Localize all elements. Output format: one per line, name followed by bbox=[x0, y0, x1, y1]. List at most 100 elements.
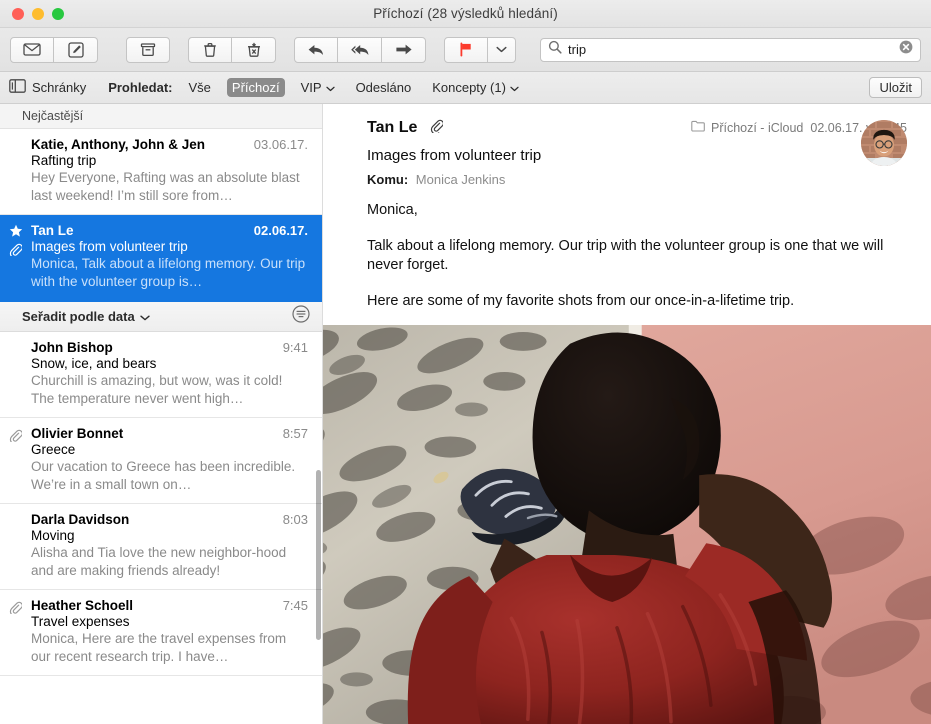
message-date: 8:57 bbox=[282, 426, 308, 441]
scope-label: Koncepty (1) bbox=[432, 80, 506, 95]
folder-icon bbox=[691, 119, 705, 137]
paperclip-icon bbox=[9, 242, 23, 261]
search-input[interactable]: trip bbox=[568, 42, 899, 57]
message-list-scroll-area[interactable]: John Bishop 9:41 Snow, ice, and bears Ch… bbox=[0, 332, 322, 724]
message-sender-name: Tan Le bbox=[367, 119, 418, 136]
message-preview: Hey Everyone, Rafting was an absolute bl… bbox=[31, 170, 300, 203]
chevron-down-icon bbox=[140, 309, 150, 324]
message-row-john-bishop[interactable]: John Bishop 9:41 Snow, ice, and bears Ch… bbox=[0, 332, 322, 418]
body-paragraph: Here are some of my favorite shots from … bbox=[367, 293, 795, 309]
sort-by-button[interactable]: Seřadit podle data bbox=[22, 309, 150, 324]
reply-button[interactable] bbox=[294, 36, 338, 63]
reply-group bbox=[294, 36, 426, 63]
reading-pane: Tan Le Příchozí - iCloud 02.06.17. v 15:… bbox=[323, 104, 931, 724]
to-label: Komu: bbox=[367, 172, 409, 187]
junk-button[interactable] bbox=[232, 36, 276, 63]
message-sender: John Bishop bbox=[31, 340, 113, 355]
message-date: 02.06.17. bbox=[253, 223, 308, 238]
clear-search-icon[interactable] bbox=[899, 40, 913, 59]
message-subject: Rafting trip bbox=[31, 153, 97, 168]
message-subject: Moving bbox=[31, 528, 75, 543]
message-row-heather-schoell[interactable]: Heather Schoell 7:45 Travel expenses Mon… bbox=[0, 590, 322, 676]
message-date: 9:41 bbox=[282, 340, 308, 355]
mailboxes-toggle-button[interactable]: Schránky bbox=[9, 79, 86, 96]
sidebar-panel-icon bbox=[9, 79, 26, 96]
scope-odeslano[interactable]: Odesláno bbox=[351, 78, 417, 97]
message-row-katie[interactable]: Katie, Anthony, John & Jen 03.06.17. Raf… bbox=[0, 129, 322, 215]
flag-icon bbox=[458, 42, 474, 57]
message-preview: Alisha and Tia love the new neighbor-hoo… bbox=[31, 545, 287, 578]
message-preview: Monica, Talk about a lifelong memory. Ou… bbox=[31, 256, 306, 289]
minimize-button[interactable] bbox=[32, 7, 44, 20]
archive-group bbox=[126, 36, 170, 63]
flag-button[interactable] bbox=[444, 36, 488, 63]
message-mailbox: Příchozí - iCloud bbox=[710, 121, 804, 135]
trash-icon bbox=[203, 42, 217, 58]
message-subject: Greece bbox=[31, 442, 76, 457]
scope-label: Odesláno bbox=[355, 80, 412, 95]
zoom-button[interactable] bbox=[52, 7, 64, 20]
window-title: Příchozí (28 výsledků hledání) bbox=[373, 6, 558, 21]
flag-group bbox=[444, 36, 516, 63]
reply-all-button[interactable] bbox=[338, 36, 382, 63]
avatar[interactable] bbox=[861, 120, 907, 166]
message-date: 03.06.17. bbox=[253, 137, 308, 152]
scope-vse[interactable]: Vše bbox=[184, 78, 216, 97]
flag-menu-button[interactable] bbox=[488, 36, 516, 63]
scope-prichozi[interactable]: Příchozí bbox=[226, 78, 285, 97]
attachment-photo[interactable] bbox=[323, 325, 931, 724]
title-bar: Příchozí (28 výsledků hledání) bbox=[0, 0, 931, 28]
paperclip-icon[interactable] bbox=[430, 118, 445, 138]
flagged-star-icon bbox=[9, 224, 23, 243]
archive-button[interactable] bbox=[126, 36, 170, 63]
to-value[interactable]: Monica Jenkins bbox=[416, 172, 506, 187]
message-sender: Katie, Anthony, John & Jen bbox=[31, 137, 206, 152]
message-sender: Darla Davidson bbox=[31, 512, 130, 527]
message-recipients: Komu: Monica Jenkins bbox=[367, 172, 913, 187]
message-list-scrollbar[interactable] bbox=[316, 470, 321, 640]
message-date: 7:45 bbox=[282, 598, 308, 613]
message-row-darla-davidson[interactable]: Darla Davidson 8:03 Moving Alisha and Ti… bbox=[0, 504, 322, 590]
close-button[interactable] bbox=[12, 7, 24, 20]
delete-button[interactable] bbox=[188, 36, 232, 63]
reply-arrow-icon bbox=[307, 43, 325, 57]
message-sender: Heather Schoell bbox=[31, 598, 134, 613]
compose-icon bbox=[67, 41, 84, 58]
archive-box-icon bbox=[140, 42, 156, 58]
toolbar: trip bbox=[0, 28, 931, 72]
forward-button[interactable] bbox=[382, 36, 426, 63]
scope-koncepty[interactable]: Koncepty (1) bbox=[427, 78, 524, 97]
filter-icon[interactable] bbox=[292, 305, 310, 328]
search-scope-label: Prohledat: bbox=[108, 80, 173, 95]
chevron-down-icon bbox=[510, 80, 519, 95]
window-body: Nejčastější Katie, Anthony, John & Jen 0… bbox=[0, 104, 931, 724]
message-row-tan-le[interactable]: Tan Le 02.06.17. Images from volunteer t… bbox=[0, 215, 322, 301]
chevron-down-icon bbox=[496, 46, 507, 53]
compose-button[interactable] bbox=[54, 36, 98, 63]
delete-group bbox=[188, 36, 276, 63]
message-preview: Churchill is amazing, but wow, was it co… bbox=[31, 373, 283, 406]
mailboxes-label: Schránky bbox=[32, 80, 87, 95]
mail-window: Příchozí (28 výsledků hledání) trip Schr… bbox=[0, 0, 931, 724]
body-paragraph: Talk about a lifelong memory. Our trip w… bbox=[367, 238, 884, 273]
scope-vip[interactable]: VIP bbox=[296, 78, 340, 97]
message-preview: Monica, Here are the travel expenses fro… bbox=[31, 631, 287, 664]
message-list: Nejčastější Katie, Anthony, John & Jen 0… bbox=[0, 104, 323, 724]
save-search-button[interactable]: Uložit bbox=[869, 77, 922, 98]
message-subject: Images from volunteer trip bbox=[367, 147, 542, 164]
message-subject: Images from volunteer trip bbox=[31, 239, 188, 254]
mail-actions-group bbox=[10, 36, 98, 63]
get-mail-button[interactable] bbox=[10, 36, 54, 63]
message-body: Monica, Talk about a lifelong memory. Ou… bbox=[323, 197, 931, 325]
junk-trash-icon bbox=[246, 42, 262, 58]
scope-label: VIP bbox=[300, 80, 322, 95]
body-paragraph: Monica, bbox=[367, 202, 418, 218]
chevron-down-icon bbox=[325, 80, 335, 95]
reply-all-arrow-icon bbox=[350, 43, 370, 57]
message-date: 8:03 bbox=[282, 512, 308, 527]
message-row-olivier-bonnet[interactable]: Olivier Bonnet 8:57 Greece Our vacation … bbox=[0, 418, 322, 504]
scope-label: Vše bbox=[188, 80, 211, 95]
message-sender: Tan Le bbox=[31, 223, 74, 238]
search-field[interactable]: trip bbox=[540, 37, 921, 62]
search-icon bbox=[548, 40, 562, 59]
